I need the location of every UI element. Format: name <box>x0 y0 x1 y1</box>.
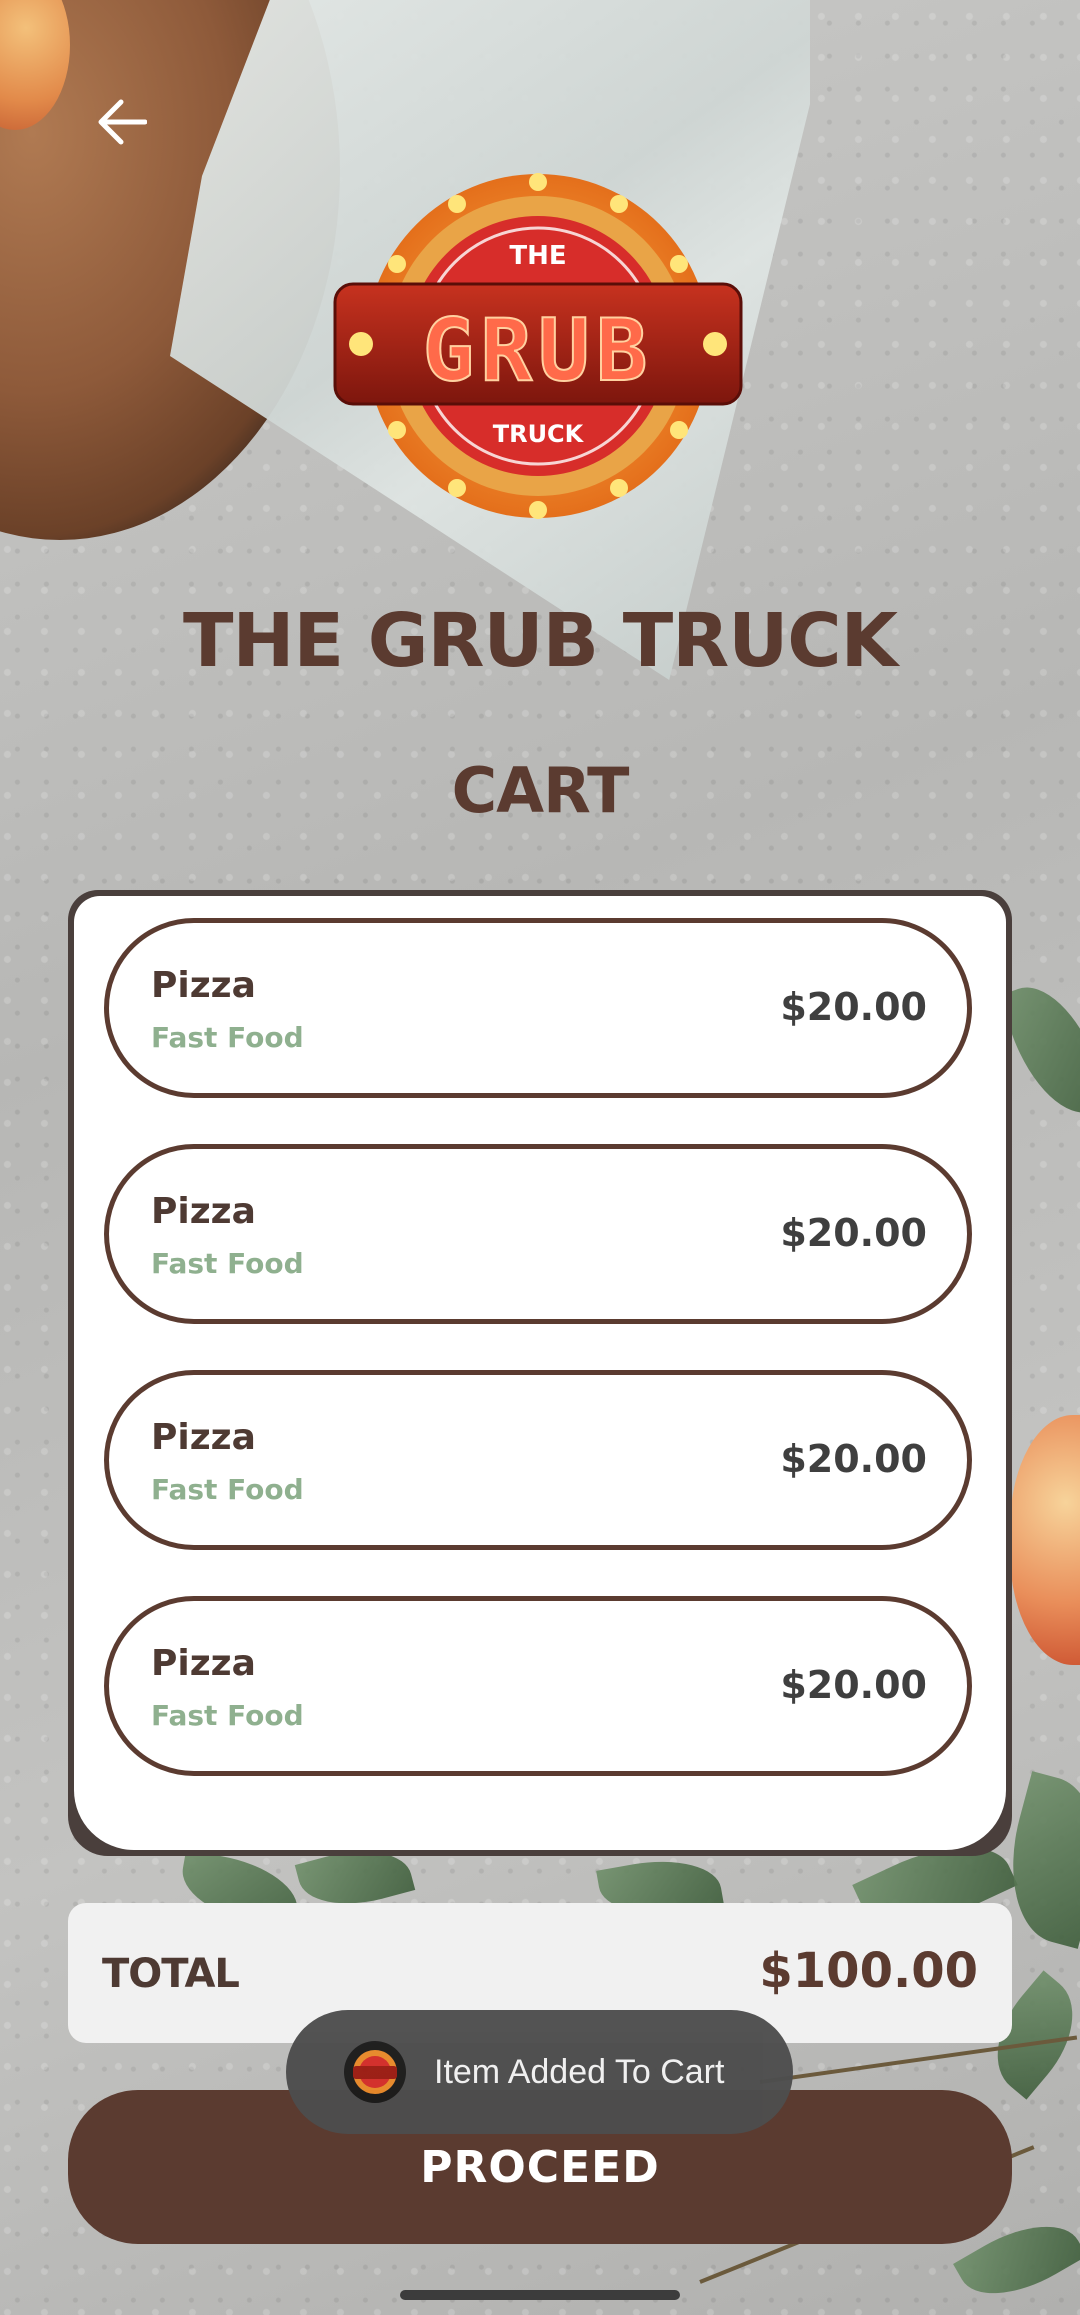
toast-message: Item Added To Cart <box>434 2052 725 2091</box>
cart-panel: Pizza Fast Food $20.00 Pizza Fast Food $… <box>68 890 1012 1856</box>
svg-text:GRUB: GRUB <box>422 301 653 401</box>
arrow-left-icon <box>98 99 147 145</box>
page-title: CART <box>451 754 630 827</box>
item-name: Pizza <box>151 1191 256 1232</box>
grub-truck-logo: THE GRUB TRUCK <box>331 168 745 524</box>
item-category: Fast Food <box>151 1699 304 1732</box>
item-category: Fast Food <box>151 1473 304 1506</box>
item-category: Fast Food <box>151 1021 304 1054</box>
item-name: Pizza <box>151 1417 256 1458</box>
cart-item[interactable]: Pizza Fast Food $20.00 <box>104 1144 972 1324</box>
item-price: $20.00 <box>780 1437 927 1481</box>
item-price: $20.00 <box>780 1663 927 1707</box>
total-value: $100.00 <box>759 1943 978 1999</box>
item-category: Fast Food <box>151 1247 304 1280</box>
total-label: TOTAL <box>102 1951 240 1997</box>
cart-list: Pizza Fast Food $20.00 Pizza Fast Food $… <box>74 896 1006 1850</box>
cart-item[interactable]: Pizza Fast Food $20.00 <box>104 1596 972 1776</box>
apple-decoration <box>1010 1415 1080 1665</box>
toast-notification: Item Added To Cart <box>286 2010 793 2134</box>
app-logo-icon <box>344 2041 406 2103</box>
cart-item[interactable]: Pizza Fast Food $20.00 <box>104 918 972 1098</box>
back-button[interactable] <box>86 86 158 158</box>
home-indicator[interactable] <box>400 2290 680 2300</box>
svg-text:THE: THE <box>509 241 566 271</box>
proceed-label: PROCEED <box>420 2141 660 2193</box>
item-price: $20.00 <box>780 985 927 1029</box>
cart-item[interactable]: Pizza Fast Food $20.00 <box>104 1370 972 1550</box>
brand-title: THE GRUB TRUCK <box>183 598 898 684</box>
item-price: $20.00 <box>780 1211 927 1255</box>
svg-text:TRUCK: TRUCK <box>493 420 585 448</box>
item-name: Pizza <box>151 1643 256 1684</box>
item-name: Pizza <box>151 965 256 1006</box>
